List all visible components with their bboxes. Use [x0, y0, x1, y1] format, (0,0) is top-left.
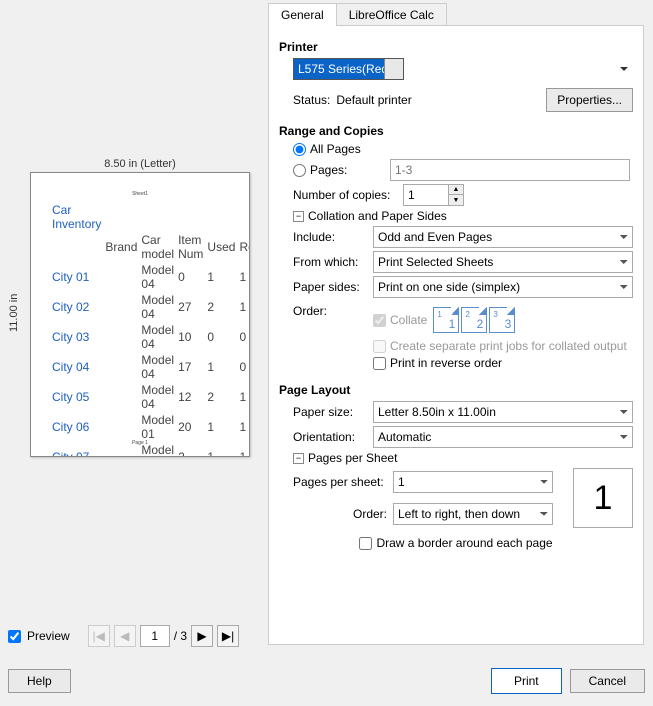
- separate-jobs-checkbox: [373, 340, 386, 353]
- collate-icon: 11 22 33: [433, 307, 515, 333]
- preview-checkbox-label: Preview: [27, 629, 70, 643]
- status-value: Default printer: [336, 93, 411, 107]
- preview-checkbox[interactable]: [8, 630, 21, 643]
- orientation-select[interactable]: Automatic: [373, 426, 633, 448]
- range-header: Range and Copies: [279, 124, 633, 138]
- from-which-label: From which:: [293, 255, 373, 269]
- collate-checkbox: [373, 314, 386, 327]
- separate-jobs-label: Create separate print jobs for collated …: [390, 339, 627, 353]
- paper-sides-select[interactable]: Print on one side (simplex): [373, 276, 633, 298]
- tab-strip: General LibreOffice Calc: [268, 2, 447, 25]
- layout-order-select[interactable]: Left to right, then down: [393, 503, 553, 525]
- from-which-select[interactable]: Print Selected Sheets: [373, 251, 633, 273]
- page-total-label: / 3: [174, 629, 187, 643]
- include-select[interactable]: Odd and Even Pages: [373, 226, 633, 248]
- draw-border-label: Draw a border around each page: [376, 536, 552, 550]
- copies-spin-up[interactable]: ▲: [449, 185, 463, 195]
- general-panel: Printer L575 Series(Rede) Status: Defaul…: [268, 25, 644, 645]
- reverse-order-checkbox[interactable]: [373, 357, 386, 370]
- copies-label: Number of copies:: [293, 188, 403, 202]
- collation-expander-label: Collation and Paper Sides: [308, 209, 447, 223]
- copies-input[interactable]: [403, 184, 449, 206]
- first-page-button[interactable]: |◀: [88, 625, 110, 647]
- tab-general[interactable]: General: [268, 3, 337, 26]
- preview-width-label: 8.50 in (Letter): [30, 158, 250, 170]
- layout-header: Page Layout: [279, 383, 633, 397]
- tab-calc[interactable]: LibreOffice Calc: [337, 3, 447, 26]
- cancel-button[interactable]: Cancel: [570, 669, 645, 693]
- reverse-order-label: Print in reverse order: [390, 356, 502, 370]
- layout-order-label: Order:: [293, 507, 393, 521]
- order-label: Order:: [293, 304, 373, 318]
- properties-button[interactable]: Properties...: [546, 88, 633, 112]
- collate-label: Collate: [390, 313, 427, 327]
- all-pages-radio[interactable]: [293, 143, 306, 156]
- print-button[interactable]: Print: [491, 668, 562, 694]
- pages-label: Pages:: [310, 163, 390, 177]
- printer-select[interactable]: L575 Series(Rede): [293, 58, 404, 80]
- prev-page-button[interactable]: ◀: [114, 625, 136, 647]
- help-button[interactable]: Help: [8, 669, 71, 693]
- draw-border-checkbox[interactable]: [359, 537, 372, 550]
- pages-input[interactable]: [390, 159, 630, 181]
- pps-expander[interactable]: −: [293, 453, 304, 464]
- pps-label: Pages per sheet:: [293, 475, 393, 489]
- pps-select[interactable]: 1: [393, 471, 553, 493]
- last-page-button[interactable]: ▶|: [217, 625, 239, 647]
- next-page-button[interactable]: ▶: [191, 625, 213, 647]
- orientation-label: Orientation:: [293, 430, 373, 444]
- copies-spin-down[interactable]: ▼: [449, 195, 463, 205]
- all-pages-label: All Pages: [310, 142, 361, 156]
- print-preview-page: Sheet1 Car Inventory BrandCar modelItem …: [30, 172, 250, 457]
- pps-expander-label: Pages per Sheet: [308, 451, 397, 465]
- include-label: Include:: [293, 230, 373, 244]
- paper-size-select[interactable]: Letter 8.50in x 11.00in: [373, 401, 633, 423]
- pages-radio[interactable]: [293, 164, 306, 177]
- paper-size-label: Paper size:: [293, 405, 373, 419]
- printer-header: Printer: [279, 40, 633, 54]
- page-number-input[interactable]: [140, 625, 170, 647]
- collation-expander[interactable]: −: [293, 211, 304, 222]
- status-label: Status:: [293, 93, 330, 107]
- preview-height-label: 11.00 in: [8, 170, 20, 455]
- pps-preview-box: 1: [573, 468, 633, 528]
- paper-sides-label: Paper sides:: [293, 280, 373, 294]
- chevron-down-icon: [620, 67, 628, 71]
